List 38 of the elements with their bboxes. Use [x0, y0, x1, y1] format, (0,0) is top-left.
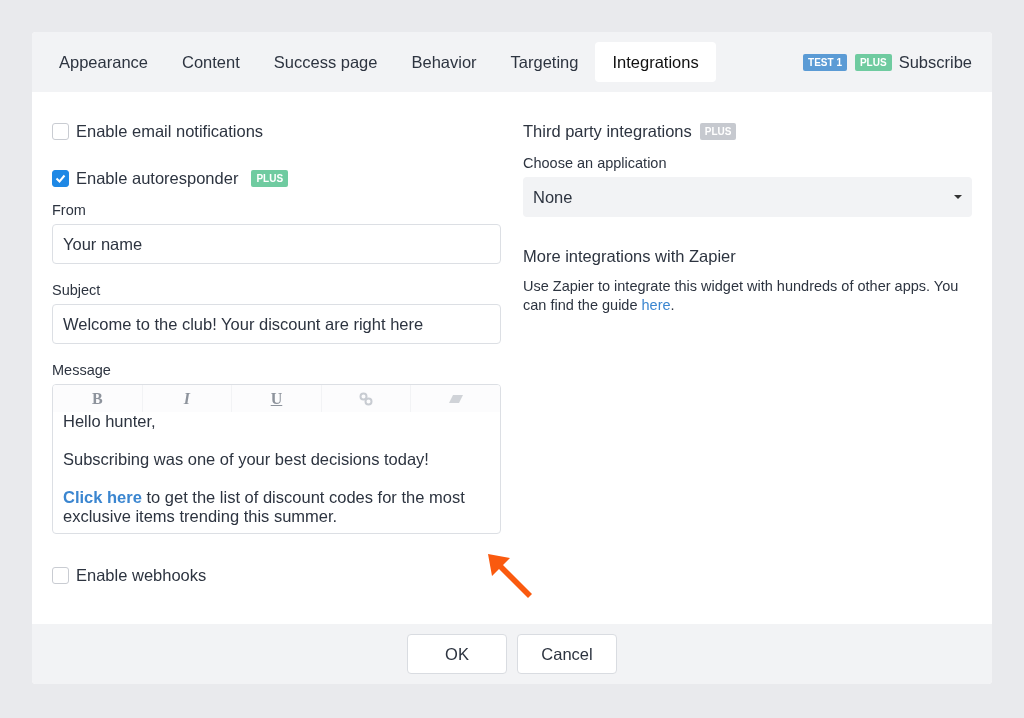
message-paragraph: Subscribing was one of your best decisions today!: [63, 450, 430, 469]
message-link[interactable]: Click here: [63, 488, 142, 506]
field-label: Choose an application: [523, 155, 668, 171]
tab[interactable]: Behavior: [394, 42, 494, 82]
plus-badge: PLUS: [251, 170, 289, 187]
checkbox-label: Enable autoresponder: [76, 169, 239, 188]
message-paragraph: Click here to get the list of discount codes for the most exclusive items trending this summer.: [63, 488, 466, 526]
checkbox-label: Enable webhooks: [76, 566, 207, 585]
checkbox[interactable]: [52, 170, 69, 187]
caret-icon: [954, 195, 962, 199]
tab[interactable]: Targeting: [493, 42, 596, 82]
checkmark-icon: [55, 174, 66, 183]
dialog-button[interactable]: OK: [407, 634, 507, 674]
annotation-arrow: [488, 554, 534, 600]
plan-badge: TEST 1: [803, 53, 847, 71]
field-label: Message: [52, 362, 112, 378]
message-editor[interactable]: B I U Hello hunter, Subscribing was one of your best decisions today! Click here to get the list of discount codes for the most exclusive items trending this summer.: [52, 384, 501, 534]
subscribe-label: Subscribe: [898, 52, 972, 72]
tab[interactable]: Success page: [256, 42, 395, 82]
section-title: More integrations with Zapier: [523, 247, 737, 266]
tab[interactable]: Appearance: [42, 42, 165, 82]
plus-badge: PLUS: [699, 123, 737, 140]
dialog-button[interactable]: Cancel: [517, 634, 617, 674]
message-paragraph: Hello hunter,: [63, 412, 157, 431]
checkbox[interactable]: [52, 123, 69, 140]
guide-link[interactable]: here: [641, 297, 671, 313]
section-title: Third party integrations: [523, 122, 692, 141]
tab[interactable]: Content: [165, 42, 257, 82]
zapier-description: Use Zapier to integrate this widget with hundreds of other apps. You can find the guide here.: [523, 277, 960, 315]
application-select[interactable]: None: [523, 177, 972, 217]
field-label: Subject: [52, 282, 102, 298]
input-field[interactable]: Your name: [52, 224, 501, 264]
plan-badge: PLUS: [854, 53, 892, 71]
tab[interactable]: Integrations: [595, 42, 716, 82]
field-label: From: [52, 202, 87, 218]
checkbox[interactable]: [52, 567, 69, 584]
input-field[interactable]: Welcome to the club! Your discount are right here: [52, 304, 501, 344]
checkbox-label: Enable email notifications: [76, 122, 264, 141]
